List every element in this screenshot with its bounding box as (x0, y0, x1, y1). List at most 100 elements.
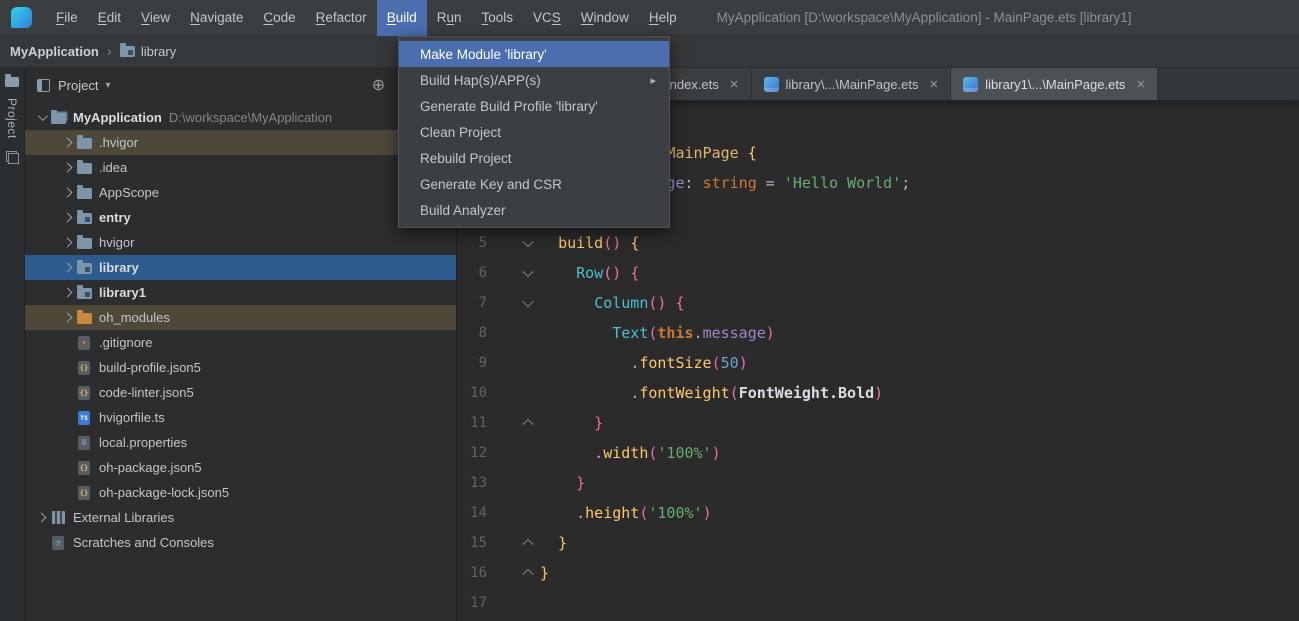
module-folder-icon (75, 211, 93, 224)
line-number: 14 (457, 498, 487, 528)
code-line: 10 .fontWeight(FontWeight.Bold) (457, 378, 1299, 408)
fold-start-icon[interactable] (520, 288, 536, 318)
fold-end-icon[interactable] (520, 558, 536, 588)
code-line: 6 Row() { (457, 258, 1299, 288)
chevron-right-icon[interactable] (59, 289, 75, 296)
menubar-item-code[interactable]: Code (253, 0, 305, 36)
chevron-right-icon[interactable] (59, 214, 75, 221)
chevron-down-icon[interactable] (33, 114, 49, 121)
code-line: 15 } (457, 528, 1299, 558)
tab-library-mainpage-ets[interactable]: library\...\MainPage.ets× (752, 68, 952, 100)
breadcrumb-module[interactable]: library (141, 44, 176, 59)
chevron-down-icon[interactable]: ▾ (105, 80, 110, 91)
menubar-item-view[interactable]: View (131, 0, 180, 36)
code-text[interactable]: build() { (536, 228, 639, 258)
tree-item-path: D:\workspace\MyApplication (169, 110, 332, 125)
project-tool-icon[interactable] (5, 77, 19, 87)
project-tool-button[interactable]: Project (5, 98, 19, 139)
menu-item-make-module-library[interactable]: Make Module 'library' (399, 41, 669, 67)
code-text[interactable]: } (536, 468, 585, 498)
tree-item-oh-package-json5[interactable]: {}oh-package.json5 (25, 455, 456, 480)
module-folder-icon (120, 44, 135, 60)
tab-library1-mainpage-ets[interactable]: library1\...\MainPage.ets× (951, 68, 1158, 100)
tab-label: Index.ets (666, 77, 719, 92)
menubar-item-run[interactable]: Run (427, 0, 472, 36)
chevron-right-icon[interactable] (59, 189, 75, 196)
fold-gutter (520, 378, 536, 408)
close-icon[interactable]: × (929, 76, 938, 93)
tree-item-library1[interactable]: library1 (25, 280, 456, 305)
menu-item-build-hap-s-app-s[interactable]: Build Hap(s)/APP(s)▸ (399, 67, 669, 93)
locate-file-icon[interactable]: ⊕ (372, 78, 385, 94)
ts-icon: TS (75, 411, 93, 425)
tree-item-oh-package-lock-json5[interactable]: {}oh-package-lock.json5 (25, 480, 456, 505)
chevron-right-icon[interactable] (33, 514, 49, 521)
menubar-item-edit[interactable]: Edit (88, 0, 131, 36)
menu-item-build-analyzer[interactable]: Build Analyzer (399, 197, 669, 223)
menu-item-generate-key-and-csr[interactable]: Generate Key and CSR (399, 171, 669, 197)
module-folder-icon (75, 286, 93, 299)
fold-start-icon[interactable] (520, 258, 536, 288)
fold-end-icon[interactable] (520, 408, 536, 438)
tree-item-myapplication[interactable]: MyApplicationD:\workspace\MyApplication (25, 105, 456, 130)
tree-item-entry[interactable]: entry (25, 205, 456, 230)
code-line: 16} (457, 558, 1299, 588)
menubar-item-help[interactable]: Help (639, 0, 687, 36)
chevron-right-icon[interactable] (59, 139, 75, 146)
code-line: 11 } (457, 408, 1299, 438)
module-folder-icon (75, 261, 93, 274)
menubar-item-file[interactable]: File (46, 0, 88, 36)
tree-item-hvigor[interactable]: .hvigor (25, 130, 456, 155)
breadcrumb-project[interactable]: MyApplication (10, 44, 99, 59)
project-panel-title[interactable]: Project (58, 78, 98, 93)
line-number: 6 (457, 258, 487, 288)
tree-item-label: .gitignore (99, 335, 152, 350)
tree-item-local-properties[interactable]: ≡local.properties (25, 430, 456, 455)
tree-item-oh-modules[interactable]: oh_modules (25, 305, 456, 330)
menubar-item-window[interactable]: Window (571, 0, 639, 36)
line-number: 9 (457, 348, 487, 378)
menu-item-generate-build-profile-library[interactable]: Generate Build Profile 'library' (399, 93, 669, 119)
close-icon[interactable]: × (730, 76, 739, 93)
tree-item-idea[interactable]: .idea (25, 155, 456, 180)
menubar-item-navigate[interactable]: Navigate (180, 0, 253, 36)
menu-item-rebuild-project[interactable]: Rebuild Project (399, 145, 669, 171)
chevron-right-icon[interactable] (59, 314, 75, 321)
code-text[interactable]: } (536, 558, 549, 588)
fold-start-icon[interactable] (520, 228, 536, 258)
code-text[interactable]: .height('100%') (536, 498, 712, 528)
tree-item-library[interactable]: library (25, 255, 456, 280)
code-text[interactable] (536, 588, 540, 618)
menubar-item-tools[interactable]: Tools (472, 0, 524, 36)
close-icon[interactable]: × (1136, 76, 1145, 93)
tree-item-build-profile-json5[interactable]: {}build-profile.json5 (25, 355, 456, 380)
menubar-item-vcs[interactable]: VCS (523, 0, 571, 36)
fold-end-icon[interactable] (520, 528, 536, 558)
folder-copy-icon[interactable] (6, 151, 19, 164)
tree-item-code-linter-json5[interactable]: {}code-linter.json5 (25, 380, 456, 405)
menu-item-clean-project[interactable]: Clean Project (399, 119, 669, 145)
tree-item-scratches-and-consoles[interactable]: ◔Scratches and Consoles (25, 530, 456, 555)
code-text[interactable]: .fontWeight(FontWeight.Bold) (536, 378, 883, 408)
tree-item-external-libraries[interactable]: External Libraries (25, 505, 456, 530)
folder-icon (75, 186, 93, 199)
tree-item-appscope[interactable]: AppScope (25, 180, 456, 205)
tree-item-hvigor[interactable]: hvigor (25, 230, 456, 255)
chevron-right-icon[interactable] (59, 264, 75, 271)
code-text[interactable]: Row() { (536, 258, 639, 288)
code-text[interactable]: } (536, 408, 603, 438)
chevron-right-icon[interactable] (59, 164, 75, 171)
chevron-right-icon[interactable] (59, 239, 75, 246)
code-text[interactable]: Column() { (536, 288, 685, 318)
tree-item-label: local.properties (99, 435, 187, 450)
code-text[interactable]: .width('100%') (536, 438, 721, 468)
code-text[interactable]: Text(this.message) (536, 318, 775, 348)
tree-item-hvigorfile-ts[interactable]: TShvigorfile.ts (25, 405, 456, 430)
project-tree: MyApplicationD:\workspace\MyApplication.… (25, 103, 456, 621)
tree-item-gitignore[interactable]: ◆.gitignore (25, 330, 456, 355)
code-text[interactable]: } (536, 528, 567, 558)
code-text[interactable]: .fontSize(50) (536, 348, 748, 378)
tree-item-label: hvigor (99, 235, 134, 250)
menubar-item-refactor[interactable]: Refactor (306, 0, 377, 36)
menubar-item-build[interactable]: Build (377, 0, 427, 36)
